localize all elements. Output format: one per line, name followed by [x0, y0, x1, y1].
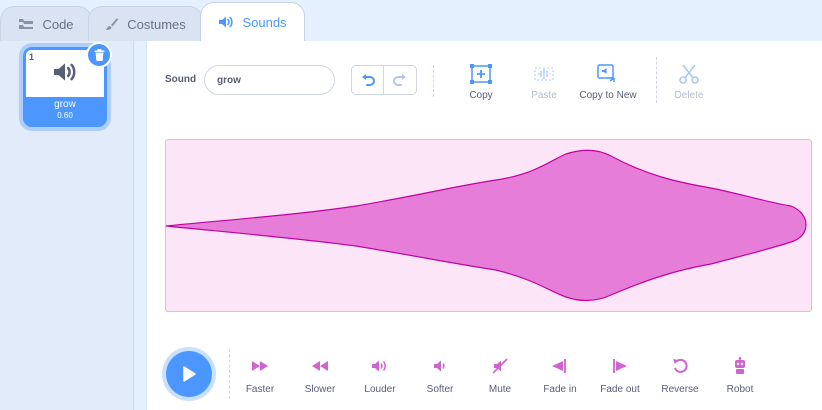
paste-button[interactable]: Paste — [509, 61, 579, 101]
sound-tile-name: grow — [54, 99, 76, 110]
effect-fade-out-button[interactable]: Fade out — [590, 356, 650, 395]
effect-faster-button[interactable]: Faster — [230, 356, 290, 395]
effect-fade-in-button[interactable]: Fade in — [530, 356, 590, 395]
tab-costumes[interactable]: Costumes — [88, 6, 203, 41]
effect-reverse-label: Reverse — [661, 384, 699, 395]
undo-icon — [361, 74, 375, 86]
effect-fade-in-label: Fade in — [543, 384, 577, 395]
fade-in-icon — [552, 359, 566, 373]
tab-code[interactable]: Code — [0, 6, 92, 41]
effect-louder-button[interactable]: Louder — [350, 356, 410, 395]
sound-list: 1 grow 0.60 — [0, 41, 134, 410]
effect-fade-out-label: Fade out — [600, 384, 640, 395]
fade-out-icon — [613, 359, 627, 373]
robot-icon — [735, 357, 745, 374]
reverse-icon — [673, 358, 688, 373]
volume-down-icon — [434, 360, 445, 372]
speaker-icon — [54, 63, 76, 81]
editor-tabs: Code Costumes Sounds — [0, 0, 822, 41]
copy-to-new-icon — [597, 64, 615, 82]
sound-editor: Sound Copy — [146, 41, 822, 410]
undo-button[interactable] — [351, 65, 384, 95]
delete-sound-button[interactable] — [86, 42, 112, 68]
paste-label: Paste — [531, 90, 557, 101]
sound-name-input[interactable] — [204, 65, 335, 95]
effect-mute-label: Mute — [488, 384, 512, 395]
waveform-area[interactable] — [165, 139, 812, 312]
toolbar-divider — [433, 65, 434, 97]
undo-redo-group — [351, 65, 417, 95]
trash-icon — [94, 49, 104, 61]
tab-sounds-label: Sounds — [242, 14, 287, 30]
paste-icon — [534, 67, 554, 81]
copy-to-new-label: Copy to New — [579, 90, 637, 101]
effect-softer-label: Softer — [426, 384, 454, 395]
play-icon — [183, 366, 196, 382]
effect-softer-button[interactable]: Softer — [410, 356, 470, 395]
copy-to-new-button[interactable]: Copy to New — [573, 61, 643, 101]
sound-tile-number: 1 — [29, 52, 35, 62]
tab-costumes-label: Costumes — [127, 16, 186, 32]
fast-forward-icon — [252, 361, 268, 371]
waveform — [165, 149, 807, 302]
effect-faster-label: Faster — [245, 384, 275, 395]
delete-button[interactable]: Delete — [654, 61, 724, 101]
effect-slower-label: Slower — [304, 384, 336, 395]
effect-louder-label: Louder — [364, 384, 396, 395]
rewind-icon — [312, 361, 328, 371]
redo-button[interactable] — [384, 65, 417, 95]
speaker-icon — [219, 16, 234, 28]
play-button[interactable] — [166, 351, 212, 397]
code-icon — [19, 19, 34, 29]
effect-robot-label: Robot — [726, 384, 754, 395]
tab-sounds[interactable]: Sounds — [200, 2, 305, 41]
tab-code-label: Code — [42, 16, 74, 32]
effect-reverse-button[interactable]: Reverse — [650, 356, 710, 395]
effect-robot-button[interactable]: Robot — [710, 356, 770, 395]
sound-name-label: Sound — [165, 74, 197, 85]
brush-icon — [106, 18, 119, 30]
effect-mute-button[interactable]: Mute — [470, 356, 530, 395]
sound-tile[interactable]: 1 grow 0.60 — [23, 42, 112, 127]
sound-tile-duration: 0.60 — [57, 111, 73, 120]
delete-label: Delete — [674, 90, 704, 101]
copy-icon — [470, 64, 492, 84]
mute-icon — [492, 358, 508, 374]
volume-up-icon — [372, 360, 386, 372]
scissors-icon — [679, 64, 699, 84]
effect-slower-button[interactable]: Slower — [290, 356, 350, 395]
copy-button[interactable]: Copy — [446, 61, 516, 101]
redo-icon — [393, 74, 406, 86]
copy-label: Copy — [469, 90, 493, 101]
